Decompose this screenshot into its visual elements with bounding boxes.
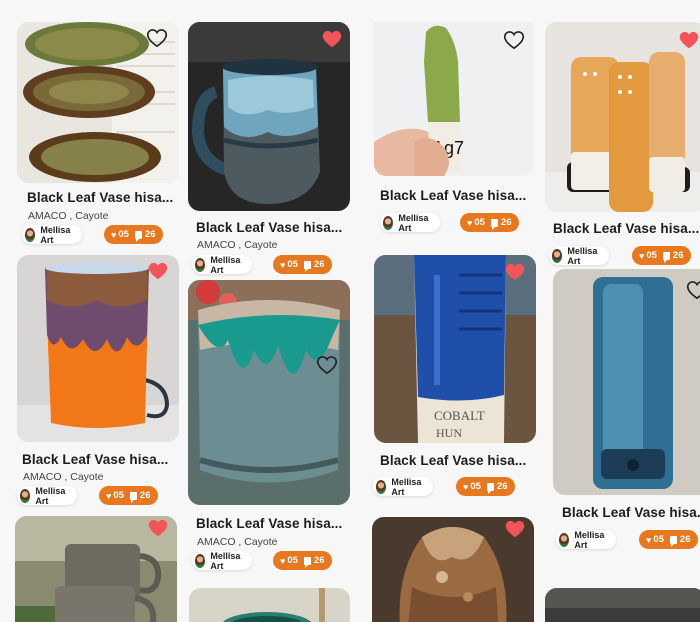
avatar [20,488,31,503]
post-title[interactable]: Black Leaf Vase hisa... [196,220,342,235]
post-image[interactable] [545,22,700,212]
author-name: Mellisa Art [567,245,598,266]
post-image[interactable] [545,588,700,622]
comments-count: 26 [313,555,325,566]
post-image[interactable] [189,588,350,622]
svg-text:HUN: HUN [436,426,462,440]
stats-badge: ♥ 05 26 [639,530,698,549]
post-title[interactable]: Black Leaf Vase hisa... [562,505,700,520]
heart-icon: ♥ [646,534,652,545]
heart-outline-icon[interactable] [146,28,168,48]
author-name: Mellisa Art [398,212,429,233]
comments-count: 26 [500,217,512,228]
likes-count: 05 [474,217,485,228]
post-subtitle: AMACO , Cayote [197,536,278,548]
comment-icon [486,482,494,494]
heart-icon: ♥ [280,259,286,270]
comments-count: 26 [139,490,151,501]
author-chip[interactable]: Mellisa Art [192,254,253,275]
post-subtitle: AMACO , Cayote [197,239,278,251]
comments-count: 26 [313,259,325,270]
heart-filled-icon[interactable] [321,29,343,49]
heart-outline-icon[interactable] [503,30,525,50]
stats-badge: ♥ 05 26 [273,551,332,570]
comment-icon [662,251,670,263]
heart-filled-icon[interactable] [678,30,700,50]
author-name: Mellisa Art [574,529,605,550]
post-title[interactable]: Black Leaf Vase hisa... [380,188,526,203]
author-name: Mellisa Art [35,485,66,506]
stats-badge: ♥ 05 26 [460,213,519,232]
heart-filled-icon[interactable] [504,519,526,539]
likes-count: 05 [113,490,124,501]
likes-count: 05 [118,229,129,240]
post-subtitle: AMACO , Cayote [23,471,104,483]
heart-filled-icon[interactable] [147,261,169,281]
avatar [195,257,206,272]
author-name: Mellisa Art [391,476,422,497]
author-chip[interactable]: Mellisa Art [373,476,434,497]
avatar [559,532,570,547]
heart-icon: ♥ [467,217,473,228]
heart-icon: ♥ [280,555,286,566]
comment-icon [303,260,311,272]
author-chip[interactable]: Mellisa Art [17,485,78,506]
comments-count: 26 [496,481,508,492]
likes-count: 05 [653,534,664,545]
heart-outline-icon[interactable] [316,355,338,375]
author-chip[interactable]: Mellisa Art [556,529,617,550]
author-name: Mellisa Art [210,254,241,275]
avatar [383,215,394,230]
heart-outline-icon[interactable] [686,280,700,300]
stats-badge: ♥ 05 26 [632,246,691,265]
post-subtitle: AMACO , Cayote [28,210,109,222]
heart-filled-icon[interactable] [147,518,169,538]
post-title[interactable]: Black Leaf Vase hisa... [553,221,699,236]
stats-badge: ♥ 05 26 [104,225,163,244]
heart-icon: ♥ [639,250,645,261]
post-image[interactable] [553,269,700,495]
post-title[interactable]: Black Leaf Vase hisa... [27,190,173,205]
heart-icon: ♥ [111,229,117,240]
avatar [552,248,563,263]
post-title[interactable]: Black Leaf Vase hisa... [380,453,526,468]
stats-badge: ♥ 05 26 [99,486,158,505]
author-name: Mellisa Art [40,224,71,245]
author-chip[interactable]: Mellisa Art [22,224,83,245]
post-image[interactable] [188,22,350,211]
likes-count: 05 [287,555,298,566]
comment-icon [669,535,677,547]
comment-icon [134,230,142,242]
avatar [25,227,36,242]
stats-badge: ♥ 05 26 [273,255,332,274]
author-chip[interactable]: Mellisa Art [549,245,610,266]
comments-count: 26 [679,534,691,545]
comments-count: 26 [672,250,684,261]
heart-filled-icon[interactable] [504,262,526,282]
author-chip[interactable]: Mellisa Art [380,212,441,233]
heart-icon: ♥ [463,481,469,492]
svg-text:COBALT: COBALT [434,408,485,423]
likes-count: 05 [287,259,298,270]
comment-icon [490,218,498,230]
post-image[interactable] [17,255,179,442]
stats-badge: ♥ 05 26 [456,477,515,496]
post-title[interactable]: Black Leaf Vase hisa... [196,516,342,531]
heart-icon: ♥ [106,490,112,501]
comment-icon [129,491,137,503]
avatar [376,479,387,494]
likes-count: 05 [470,481,481,492]
author-chip[interactable]: Mellisa Art [192,550,253,571]
post-image[interactable] [188,280,350,505]
author-name: Mellisa Art [210,550,241,571]
comments-count: 26 [144,229,156,240]
likes-count: 05 [646,250,657,261]
post-title[interactable]: Black Leaf Vase hisa... [22,452,168,467]
avatar [195,553,206,568]
comment-icon [303,556,311,568]
post-image[interactable]: COBALT HUN [374,255,536,443]
